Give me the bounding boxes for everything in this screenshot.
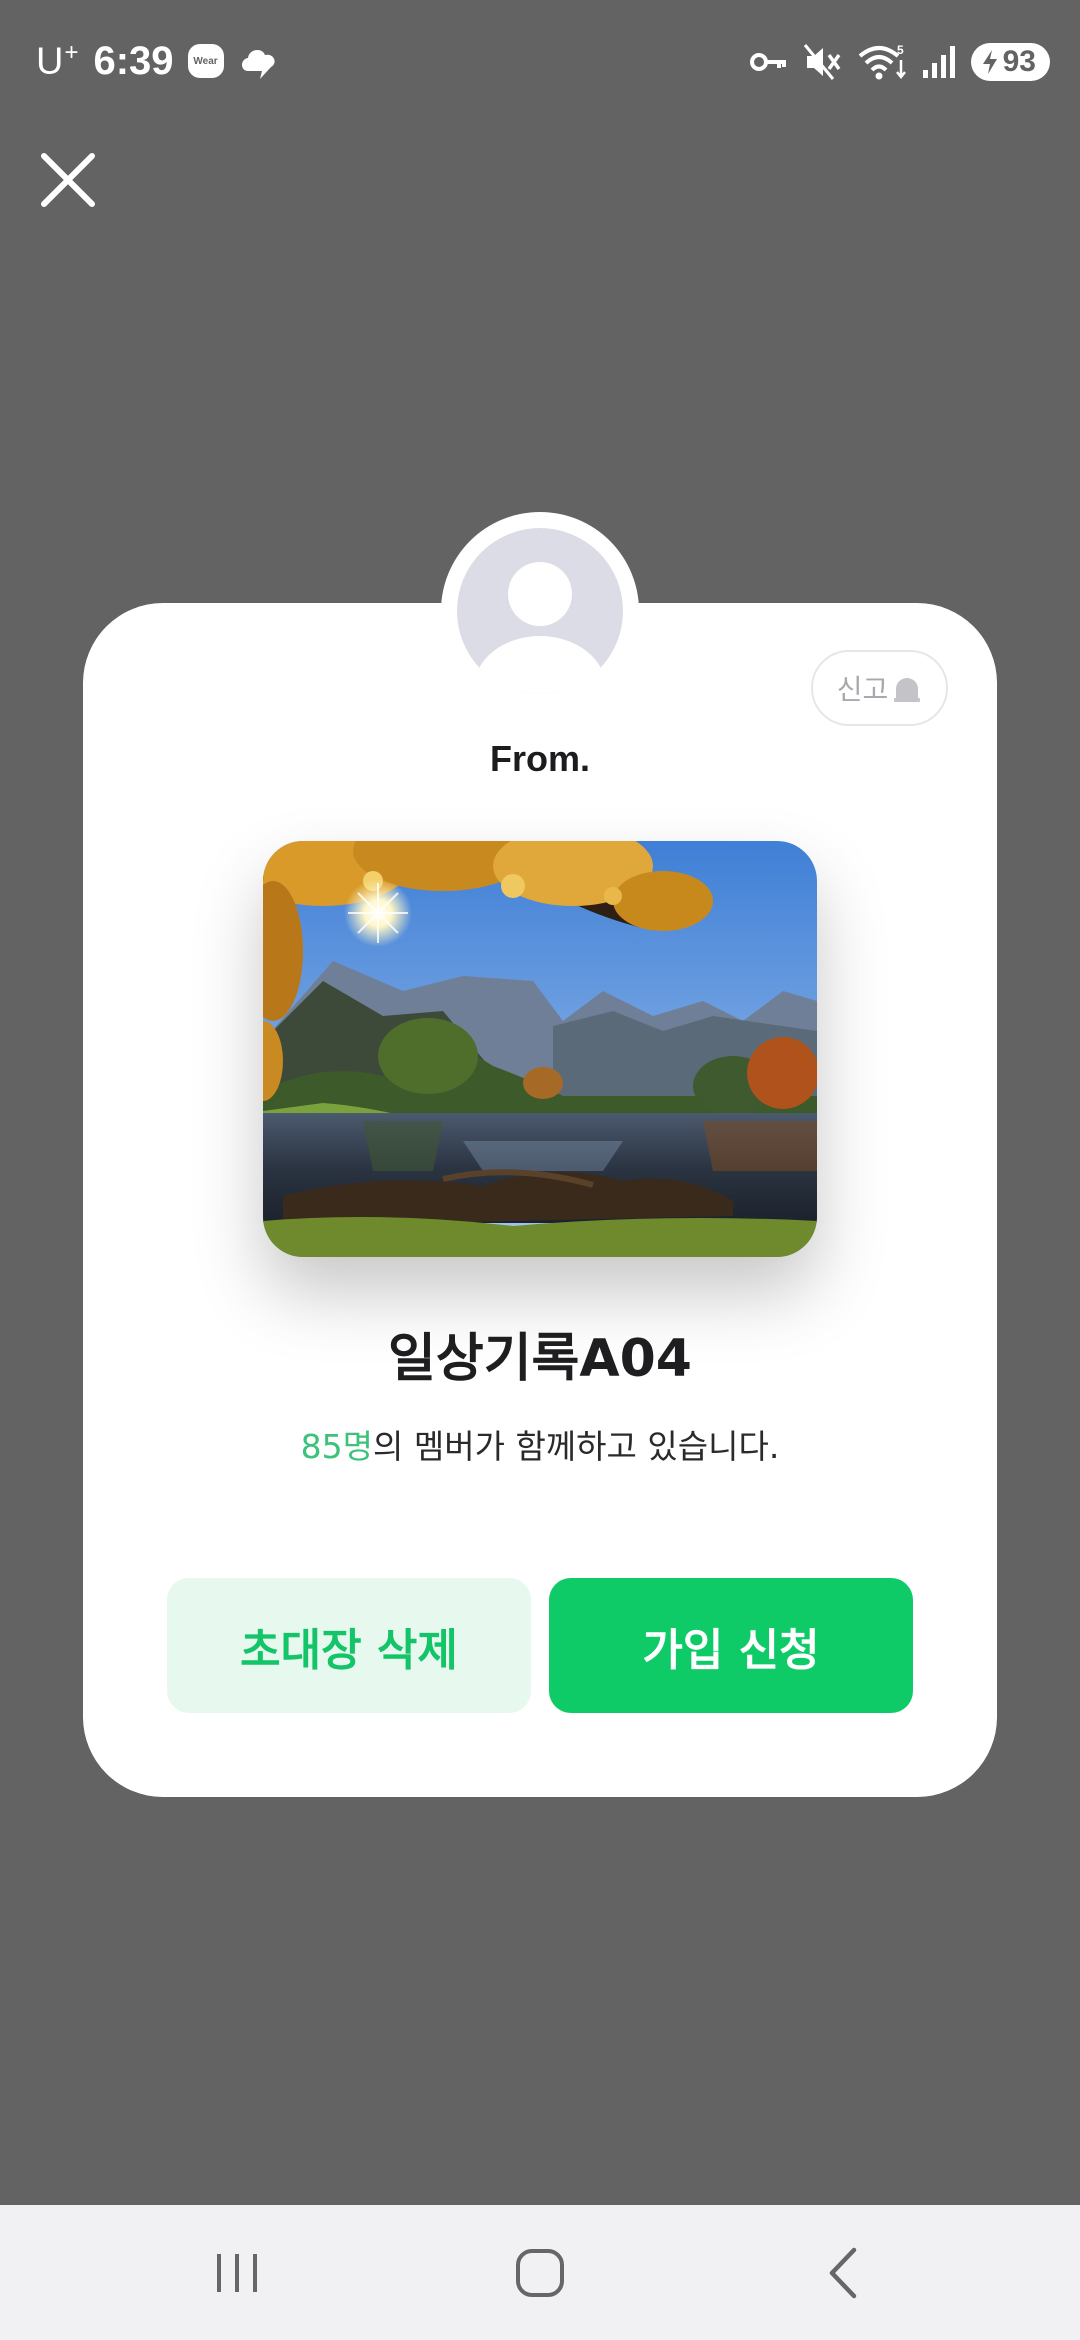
member-count: 85명 xyxy=(300,1427,374,1466)
wifi-icon: 5 xyxy=(858,43,906,80)
signal-icon xyxy=(922,46,955,78)
group-name: 일상기록A04 xyxy=(388,1329,692,1389)
invitation-screen: U+ 6:39 Wear 5 93 신고 From. 일상기록A04 85명의 … xyxy=(0,0,1080,2340)
close-button[interactable] xyxy=(40,152,96,208)
weather-icon xyxy=(241,49,275,79)
join-request-button[interactable]: 가입 신청 xyxy=(549,1578,913,1713)
wear-icon: Wear xyxy=(187,44,224,78)
home-icon xyxy=(516,2248,564,2297)
default-avatar-icon xyxy=(474,562,606,694)
svg-text:5: 5 xyxy=(897,43,904,57)
from-label: From. xyxy=(489,738,590,779)
delete-invitation-button[interactable]: 초대장 삭제 xyxy=(167,1578,531,1713)
close-icon xyxy=(41,153,95,207)
battery-level: 93 xyxy=(1002,45,1036,78)
report-label: 신고 xyxy=(836,673,889,706)
report-button[interactable]: 신고 xyxy=(811,650,948,726)
group-cover-image xyxy=(263,841,817,1257)
autumn-lake-photo xyxy=(263,841,817,1257)
avatar xyxy=(457,528,623,694)
recents-button[interactable] xyxy=(188,2205,288,2340)
back-icon xyxy=(829,2247,857,2298)
key-icon xyxy=(749,53,786,71)
home-button[interactable] xyxy=(490,2205,590,2340)
status-bar: U+ 6:39 Wear 5 93 xyxy=(0,0,1080,120)
charging-icon xyxy=(982,50,997,74)
mute-icon xyxy=(803,44,841,80)
back-button[interactable] xyxy=(792,2205,892,2340)
siren-icon xyxy=(894,678,921,702)
battery-indicator: 93 xyxy=(970,43,1050,81)
member-count-text: 85명의 멤버가 함께하고 있습니다. xyxy=(0,1420,1080,1468)
member-count-suffix: 의 멤버가 함께하고 있습니다. xyxy=(373,1427,780,1466)
system-nav-bar xyxy=(0,2205,1080,2340)
recents-icon xyxy=(217,2253,257,2292)
clock: 6:39 xyxy=(93,38,174,83)
carrier-label: U+ xyxy=(36,38,80,83)
status-right: 5 93 xyxy=(749,40,1050,84)
status-left: U+ 6:39 Wear xyxy=(36,36,282,86)
